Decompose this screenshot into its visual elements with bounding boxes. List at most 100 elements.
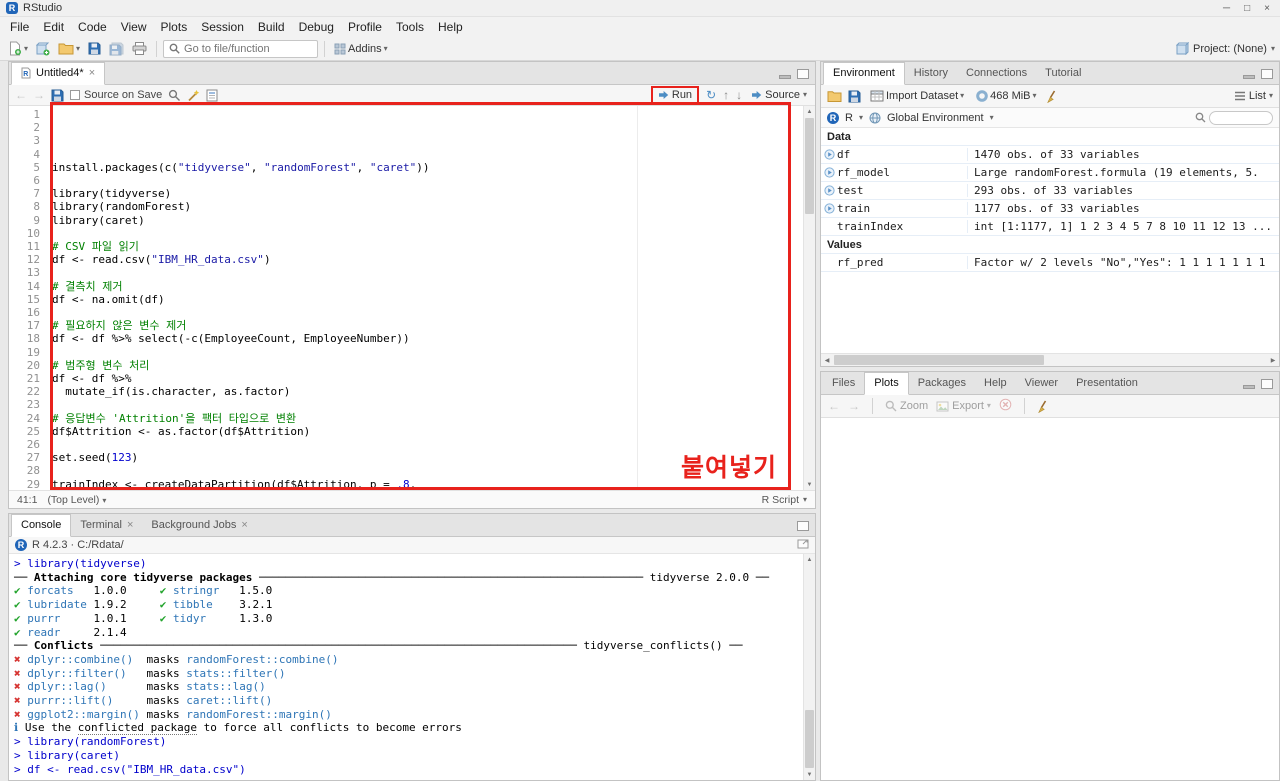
scroll-up-icon[interactable]: ▲ xyxy=(804,554,815,565)
chevron-down-icon[interactable]: ▾ xyxy=(384,44,388,53)
expand-icon[interactable] xyxy=(821,203,837,214)
zoom-button[interactable]: Zoom xyxy=(885,400,928,412)
next-chunk-icon[interactable]: ↓ xyxy=(736,89,742,101)
code-line[interactable] xyxy=(52,306,803,319)
minimize-pane-button[interactable] xyxy=(779,75,791,79)
menu-session[interactable]: Session xyxy=(194,18,251,36)
source-on-save-checkbox[interactable]: Source on Save xyxy=(70,89,162,101)
code-line[interactable]: # 필요하지 않은 변수 제거 xyxy=(52,319,803,332)
find-replace-icon[interactable] xyxy=(168,89,181,102)
code-line[interactable]: install.packages(c("tidyverse", "randomF… xyxy=(52,161,803,174)
menu-build[interactable]: Build xyxy=(251,18,292,36)
maximize-pane-button[interactable] xyxy=(797,521,809,531)
goto-file-input[interactable] xyxy=(184,42,313,55)
editor-scrollbar[interactable]: ▲ ▼ xyxy=(803,106,815,490)
run-button[interactable]: Run xyxy=(656,88,694,102)
scroll-up-icon[interactable]: ▲ xyxy=(804,106,815,117)
code-line[interactable]: mutate_if(is.character, as.factor) xyxy=(52,385,803,398)
code-line[interactable]: df$Attrition <- as.factor(df$Attrition) xyxy=(52,425,803,438)
save-workspace-icon[interactable] xyxy=(848,90,861,103)
source-button[interactable]: Source ▾ xyxy=(749,88,809,102)
addins-button[interactable]: Addins ▾ xyxy=(331,41,391,57)
code-line[interactable] xyxy=(52,266,803,279)
code-line[interactable]: # 범주형 변수 처리 xyxy=(52,359,803,372)
tab-packages[interactable]: Packages xyxy=(909,373,975,394)
tab-help[interactable]: Help xyxy=(975,373,1016,394)
scope-selector[interactable]: (Top Level) ▾ xyxy=(47,494,106,506)
project-menu[interactable]: Project: (None) ▾ xyxy=(1176,42,1275,55)
chevron-down-icon[interactable]: ▾ xyxy=(1269,92,1273,100)
code-line[interactable]: # CSV 파일 읽기 xyxy=(52,240,803,253)
menu-profile[interactable]: Profile xyxy=(341,18,389,36)
clear-objects-broom-icon[interactable] xyxy=(1046,90,1059,103)
open-file-button[interactable]: ▾ xyxy=(55,40,83,57)
code-tools-wand-icon[interactable] xyxy=(187,89,200,102)
tab-untitled4[interactable]: R Untitled4* × xyxy=(11,62,106,85)
chevron-down-icon[interactable]: ▾ xyxy=(76,44,80,53)
chevron-down-icon[interactable]: ▾ xyxy=(859,113,863,122)
menu-edit[interactable]: Edit xyxy=(36,18,71,36)
console-output[interactable]: > library(tidyverse) ── Attaching core ti… xyxy=(9,554,803,780)
tab-environment[interactable]: Environment xyxy=(823,62,905,85)
menu-code[interactable]: Code xyxy=(71,18,114,36)
code-line[interactable]: library(tidyverse) xyxy=(52,187,803,200)
maximize-pane-button[interactable] xyxy=(1261,379,1273,389)
tab-files[interactable]: Files xyxy=(823,373,864,394)
chevron-down-icon[interactable]: ▾ xyxy=(24,44,28,53)
scrollbar-thumb[interactable] xyxy=(805,118,814,214)
import-dataset-button[interactable]: Import Dataset ▾ xyxy=(867,88,967,104)
code-line[interactable]: df <- read.csv("IBM_HR_data.csv") xyxy=(52,253,803,266)
close-icon[interactable]: × xyxy=(89,67,95,79)
load-workspace-icon[interactable] xyxy=(827,90,842,102)
scrollbar-thumb[interactable] xyxy=(834,355,1044,365)
save-button[interactable] xyxy=(85,40,104,57)
code-line[interactable]: df <- na.omit(df) xyxy=(52,293,803,306)
previous-chunk-icon[interactable]: ↑ xyxy=(723,89,729,101)
maximize-pane-button[interactable] xyxy=(1261,69,1273,79)
close-icon[interactable]: × xyxy=(241,519,247,531)
tab-history[interactable]: History xyxy=(905,63,957,84)
editor-code[interactable]: install.packages(c("tidyverse", "randomF… xyxy=(47,106,803,490)
expand-icon[interactable] xyxy=(821,167,837,178)
maximize-pane-button[interactable] xyxy=(797,69,809,79)
code-line[interactable] xyxy=(52,148,803,161)
code-editor-area[interactable]: 1 2 3 4 5 6 7 8 9 10 11 12 13 14 15 16 17 18 19 20 21 22 23 24 2… xyxy=(9,106,815,490)
chevron-down-icon[interactable]: ▾ xyxy=(1271,44,1275,53)
tab-background-jobs[interactable]: Background Jobs × xyxy=(142,515,256,536)
window-maximize-button[interactable]: □ xyxy=(1244,3,1250,14)
rerun-icon[interactable]: ↻ xyxy=(706,89,716,101)
menu-plots[interactable]: Plots xyxy=(154,18,195,36)
scroll-right-icon[interactable]: ▶ xyxy=(1267,354,1279,366)
menu-debug[interactable]: Debug xyxy=(292,18,341,36)
tab-connections[interactable]: Connections xyxy=(957,63,1036,84)
save-icon[interactable] xyxy=(51,89,64,102)
code-line[interactable] xyxy=(52,227,803,240)
tab-plots[interactable]: Plots xyxy=(864,372,909,395)
view-mode-label[interactable]: List xyxy=(1249,90,1266,102)
expand-icon[interactable] xyxy=(821,185,837,196)
back-icon[interactable]: ← xyxy=(828,400,840,412)
minimize-pane-button[interactable] xyxy=(1243,75,1255,79)
code-line[interactable] xyxy=(52,346,803,359)
tab-viewer[interactable]: Viewer xyxy=(1016,373,1067,394)
scroll-left-icon[interactable]: ◀ xyxy=(821,354,833,366)
env-row-df[interactable]: df 1470 obs. of 33 variables xyxy=(821,146,1279,164)
new-project-button[interactable] xyxy=(33,40,53,58)
menu-file[interactable]: File xyxy=(3,18,36,36)
scroll-down-icon[interactable]: ▼ xyxy=(804,769,815,780)
env-row-test[interactable]: test 293 obs. of 33 variables xyxy=(821,182,1279,200)
code-line[interactable] xyxy=(52,174,803,187)
tab-presentation[interactable]: Presentation xyxy=(1067,373,1147,394)
forward-icon[interactable]: → xyxy=(33,89,45,101)
env-row-rf_pred[interactable]: rf_pred Factor w/ 2 levels "No","Yes": 1 … xyxy=(821,254,1279,272)
forward-icon[interactable]: → xyxy=(848,400,860,412)
file-type-selector[interactable]: R Script xyxy=(762,494,799,506)
code-line[interactable]: library(randomForest) xyxy=(52,200,803,213)
new-file-button[interactable]: ▾ xyxy=(5,39,31,58)
compile-report-icon[interactable] xyxy=(206,89,218,102)
language-selector[interactable]: R xyxy=(845,112,853,124)
tab-tutorial[interactable]: Tutorial xyxy=(1036,63,1090,84)
export-button[interactable]: Export ▾ xyxy=(936,400,991,412)
tab-terminal[interactable]: Terminal × xyxy=(71,515,142,536)
env-row-trainIndex[interactable]: trainIndex int [1:1177, 1] 1 2 3 4 5 7 8 … xyxy=(821,218,1279,236)
